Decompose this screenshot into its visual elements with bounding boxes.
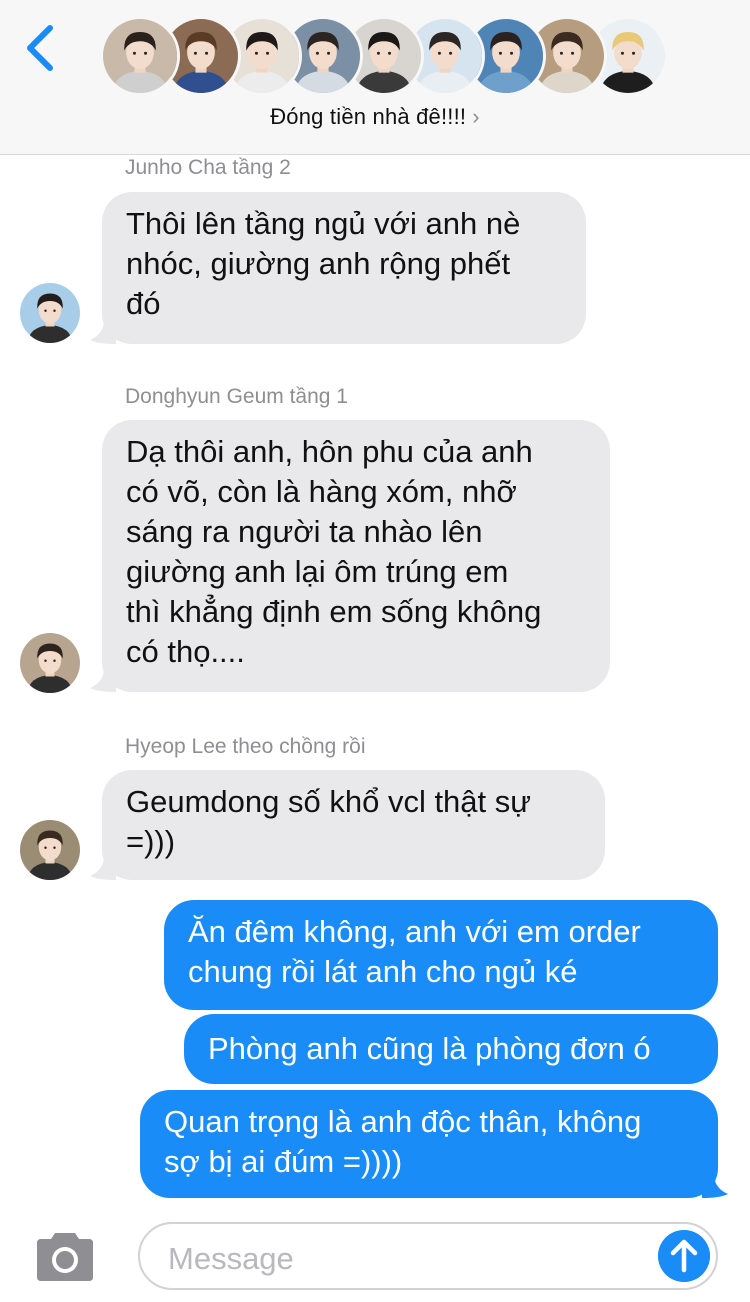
message-line: Quan trọng là anh độc thân, không [164,1104,642,1139]
message-line: giường anh lại ôm trúng em [126,554,509,589]
back-chevron-icon[interactable] [22,22,62,74]
bubble-tail [90,856,116,880]
message-input[interactable]: Message [138,1222,718,1290]
message-line: chung rồi lát anh cho ngủ ké [188,954,578,989]
sender-name: Hyeop Lee theo chồng rồi [125,735,366,758]
message-line: có thọ.... [126,634,245,669]
message-bubble-outgoing[interactable]: Ăn đêm không, anh với em order chung rồi… [164,900,718,1010]
message-line: sợ bị ai đúm =)))) [164,1144,403,1179]
message-line: Geumdong số khổ vcl thật sự [126,784,532,819]
message-line: Phòng anh cũng là phòng đơn ó [208,1031,651,1066]
message-line: Ăn đêm không, anh với em order [188,914,641,949]
message-bubble-incoming[interactable]: Dạ thôi anh, hôn phu của anh có võ, còn … [102,420,610,692]
message-bubble-outgoing[interactable]: Phòng anh cũng là phòng đơn ó [184,1014,718,1084]
message-line: =))) [126,824,176,859]
sender-avatar[interactable] [20,820,80,880]
sender-avatar[interactable] [20,633,80,693]
camera-icon[interactable] [33,1233,97,1281]
message-line: Dạ thôi anh, hôn phu của anh [126,434,533,469]
group-avatar-stack[interactable] [100,16,668,96]
message-bubble-outgoing[interactable]: Quan trọng là anh độc thân, không sợ bị … [140,1090,718,1198]
conversation-header: Đóng tiền nhà đê!!!! › [0,0,750,155]
bubble-tail [90,320,116,344]
bubble-tail [90,668,116,692]
sender-avatar[interactable] [20,283,80,343]
sender-name: Donghyun Geum tầng 1 [125,385,348,408]
message-line: nhóc, giường anh rộng phết [126,246,511,281]
sender-name: Junho Cha tầng 2 [125,156,291,179]
message-placeholder: Message [168,1241,294,1276]
send-button[interactable] [658,1230,710,1282]
group-name: Đóng tiền nhà đê!!!! [270,104,467,129]
group-name-link[interactable]: Đóng tiền nhà đê!!!! › [0,104,750,130]
member-avatar [100,16,180,96]
message-line: đó [126,286,161,321]
chevron-right-icon: › [472,104,480,129]
message-line: Thôi lên tầng ngủ với anh nè [126,206,521,241]
message-line: có võ, còn là hàng xóm, nhỡ [126,474,517,509]
message-line: thì khẳng định em sống không [126,594,542,629]
bubble-tail [702,1174,728,1198]
message-bubble-incoming[interactable]: Geumdong số khổ vcl thật sự =))) [102,770,605,880]
message-bubble-incoming[interactable]: Thôi lên tầng ngủ với anh nè nhóc, giườn… [102,192,586,344]
message-line: sáng ra người ta nhào lên [126,514,483,549]
